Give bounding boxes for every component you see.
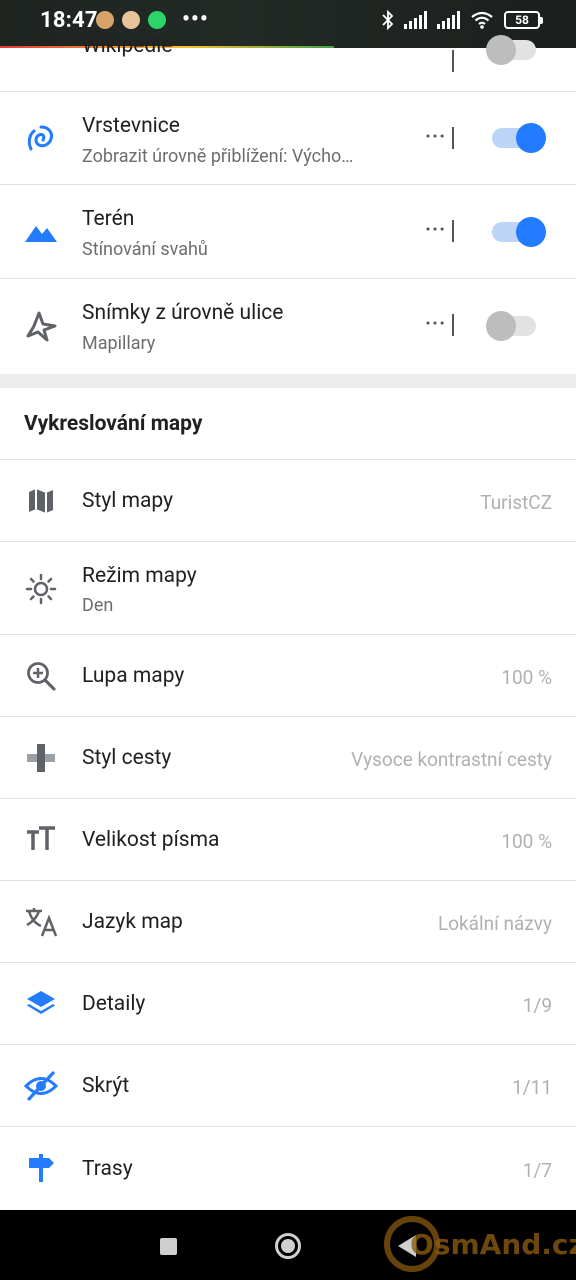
routes-signpost-icon	[24, 1151, 58, 1185]
layer-subtitle: Mapillary	[82, 333, 156, 354]
layer-row-terrain[interactable]: Terén Stínování svahů ···	[0, 185, 576, 279]
layer-title: Wikipedie	[82, 34, 173, 58]
setting-value: 1/9	[522, 994, 552, 1017]
setting-value: 1/11	[512, 1076, 552, 1099]
wifi-icon	[471, 11, 493, 29]
text-size-icon	[24, 823, 58, 857]
signal-1-icon	[404, 11, 427, 29]
contour-lines-icon	[24, 122, 58, 156]
battery-icon: 58	[504, 11, 543, 29]
layer-title: Snímky z úrovně ulice	[82, 301, 284, 325]
setting-title: Velikost písma	[82, 828, 220, 852]
more-options-icon[interactable]: ···	[425, 217, 446, 241]
watermark-logo: OsmAnd.cz	[384, 1214, 576, 1278]
map-language-icon	[24, 905, 58, 939]
setting-value: Vysoce kontrastní cesty	[351, 748, 552, 771]
section-title: Vykreslování mapy	[24, 412, 203, 436]
layer-title: Vrstevnice	[82, 114, 180, 138]
layer-toggle[interactable]	[486, 35, 536, 65]
hide-eye-icon	[24, 1069, 58, 1103]
setting-value: 1/7	[522, 1159, 552, 1182]
setting-title: Jazyk map	[82, 910, 183, 934]
layer-row-contour-lines[interactable]: Vrstevnice Zobrazit úrovně přiblížení: V…	[0, 92, 576, 185]
layer-subtitle: Stínování svahů	[82, 239, 208, 260]
signal-2-icon	[437, 11, 460, 29]
setting-value: Lokální názvy	[437, 912, 552, 935]
terrain-icon	[24, 215, 58, 249]
bluetooth-icon	[382, 10, 394, 30]
map-style-icon	[24, 484, 58, 518]
layer-toggle[interactable]	[492, 217, 546, 247]
app-notification-icon	[122, 11, 140, 29]
road-style-icon	[24, 741, 58, 775]
day-mode-sun-icon	[24, 572, 58, 606]
layer-row-street-level[interactable]: Snímky z úrovně ulice Mapillary ···	[0, 279, 576, 374]
setting-row-map-language[interactable]: Jazyk map Lokální názvy	[0, 881, 576, 963]
layer-title: Terén	[82, 207, 135, 231]
divider	[452, 50, 454, 72]
divider	[452, 220, 454, 242]
setting-title: Styl mapy	[82, 489, 174, 513]
setting-subtitle: Den	[82, 595, 114, 616]
layer-toggle[interactable]	[492, 123, 546, 153]
setting-value: TuristCZ	[480, 491, 552, 514]
setting-value: 100 %	[501, 666, 552, 689]
more-options-icon[interactable]: ···	[425, 311, 446, 335]
app-notification-icon	[96, 11, 114, 29]
status-time: 18:47	[40, 8, 98, 33]
chat-notification-icon	[148, 11, 166, 29]
divider	[452, 314, 454, 336]
setting-row-routes[interactable]: Trasy 1/7	[0, 1127, 576, 1210]
setting-title: Trasy	[82, 1157, 133, 1181]
more-options-icon[interactable]: ···	[425, 124, 446, 148]
setting-title: Režim mapy	[82, 564, 197, 588]
watermark-text: OsmAnd.cz	[410, 1228, 576, 1261]
status-indicators: 58	[382, 10, 543, 30]
setting-title: Skrýt	[82, 1074, 130, 1098]
setting-row-road-style[interactable]: Styl cesty Vysoce kontrastní cesty	[0, 717, 576, 799]
notification-icons	[96, 11, 166, 29]
details-layers-icon	[24, 987, 58, 1021]
setting-row-text-size[interactable]: Velikost písma 100 %	[0, 799, 576, 881]
setting-row-map-mode[interactable]: Režim mapy Den	[0, 542, 576, 635]
setting-row-map-style[interactable]: Styl mapy TuristCZ	[0, 460, 576, 542]
setting-value: 100 %	[501, 830, 552, 853]
divider	[452, 127, 454, 149]
setting-title: Lupa mapy	[82, 664, 185, 688]
setting-row-hide[interactable]: Skrýt 1/11	[0, 1045, 576, 1127]
setting-row-map-magnifier[interactable]: Lupa mapy 100 %	[0, 635, 576, 717]
street-level-imagery-icon	[24, 309, 58, 343]
home-button[interactable]	[275, 1233, 301, 1259]
layer-subtitle: Zobrazit úrovně přiblížení: Výcho…	[82, 146, 354, 167]
map-magnifier-icon	[24, 659, 58, 693]
layer-row-wikipedia[interactable]: Wikipedie	[0, 34, 576, 92]
recent-apps-button[interactable]	[160, 1238, 177, 1255]
setting-title: Styl cesty	[82, 746, 172, 770]
setting-title: Detaily	[82, 992, 146, 1016]
layer-toggle[interactable]	[486, 311, 536, 341]
more-notifications-icon: •••	[182, 7, 209, 32]
setting-row-details[interactable]: Detaily 1/9	[0, 963, 576, 1045]
section-header: Vykreslování mapy	[0, 388, 576, 460]
section-divider	[0, 374, 576, 388]
